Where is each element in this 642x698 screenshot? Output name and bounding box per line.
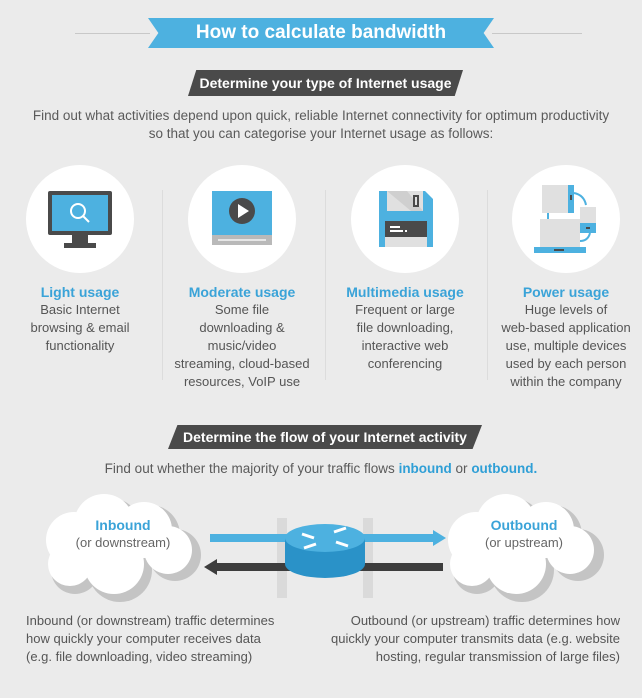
inbound-description: Inbound (or downstream) traffic determin…: [26, 612, 274, 666]
category-title: Moderate usage: [188, 284, 296, 300]
description-line: streaming, cloud-based: [174, 356, 310, 371]
outbound-title: Outbound: [490, 517, 558, 533]
title-rule-left: [75, 33, 150, 34]
usage-category-light: Light usage Basic Internet browsing & em…: [10, 165, 150, 355]
usage-category-power: Power usage Huge levels of web-based app…: [496, 165, 636, 391]
description-line: quickly your computer transmits data (e.…: [330, 631, 620, 646]
column-divider: [162, 190, 163, 380]
category-description: Frequent or large file downloading, inte…: [335, 301, 475, 373]
usage-category-multimedia: Multimedia usage Frequent or large file …: [335, 165, 475, 373]
video-player-icon: [212, 191, 272, 245]
usage-intro-line-1: Find out what activities depend upon qui…: [32, 108, 610, 123]
description-line: (e.g. file downloading, video streaming): [26, 649, 253, 664]
flow-intro-text: or: [451, 461, 472, 476]
description-line: Huge levels of: [524, 302, 608, 317]
description-line: how quickly your computer receives data: [26, 631, 261, 646]
outbound-subtitle: (or upstream): [484, 535, 564, 550]
column-divider: [325, 190, 326, 380]
description-line: functionality: [45, 338, 115, 353]
router-icon: [285, 524, 365, 578]
flow-section-heading: Determine the flow of your Internet acti…: [168, 425, 482, 449]
inbound-highlight: inbound: [398, 461, 452, 476]
outbound-description: Outbound (or upstream) traffic determine…: [331, 612, 620, 666]
description-line: browsing & email: [30, 320, 130, 335]
icon-circle: [26, 165, 134, 273]
description-line: file downloading,: [356, 320, 454, 335]
description-line: conferencing: [367, 356, 443, 371]
usage-category-moderate: Moderate usage Some file downloading & m…: [172, 165, 312, 391]
column-divider: [487, 190, 488, 380]
icon-circle: [188, 165, 296, 273]
usage-section-heading: Determine your type of Internet usage: [188, 70, 463, 96]
description-line: downloading &: [199, 320, 285, 335]
flow-intro-period: .: [533, 461, 538, 476]
outbound-highlight: outbound: [471, 461, 534, 476]
description-line: Basic Internet: [40, 302, 120, 317]
outbound-cloud-label: Outbound (or upstream): [454, 516, 594, 552]
icon-circle: [512, 165, 620, 273]
description-line: Frequent or large: [355, 302, 455, 317]
inbound-title: Inbound: [95, 517, 151, 533]
monitor-search-icon: [48, 191, 112, 248]
description-line: Outbound (or upstream) traffic determine…: [350, 613, 620, 628]
description-line: resources, VoIP use: [183, 374, 301, 389]
category-title: Light usage: [40, 284, 120, 300]
category-description: Some file downloading & music/video stre…: [172, 301, 312, 391]
category-title: Power usage: [522, 284, 610, 300]
icon-circle: [351, 165, 459, 273]
page-title: How to calculate bandwidth requirements: [148, 18, 494, 48]
description-line: use, multiple devices: [505, 338, 627, 353]
title-rule-right: [492, 33, 582, 34]
usage-intro-line-2: so that you can categorise your Internet…: [148, 126, 494, 141]
description-line: Inbound (or downstream) traffic determin…: [26, 613, 275, 628]
description-line: interactive web: [361, 338, 449, 353]
description-line: Some file: [214, 302, 270, 317]
inbound-cloud-label: Inbound (or downstream): [53, 516, 193, 552]
category-description: Huge levels of web-based application use…: [496, 301, 636, 391]
inbound-subtitle: (or downstream): [75, 535, 171, 550]
floppy-disk-icon: [379, 191, 433, 247]
description-line: used by each person: [505, 356, 627, 371]
flow-intro-text: Find out whether the majority of your tr…: [104, 461, 399, 476]
flow-intro: Find out whether the majority of your tr…: [0, 460, 642, 478]
description-line: music/video: [207, 338, 277, 353]
category-title: Multimedia usage: [346, 284, 464, 300]
usage-intro: Find out what activities depend upon qui…: [0, 107, 642, 143]
description-line: hosting, regular transmission of large f…: [375, 649, 620, 664]
multiple-devices-icon: [534, 185, 596, 253]
description-line: web-based application: [501, 320, 631, 335]
category-description: Basic Internet browsing & email function…: [10, 301, 150, 355]
description-line: within the company: [510, 374, 622, 389]
